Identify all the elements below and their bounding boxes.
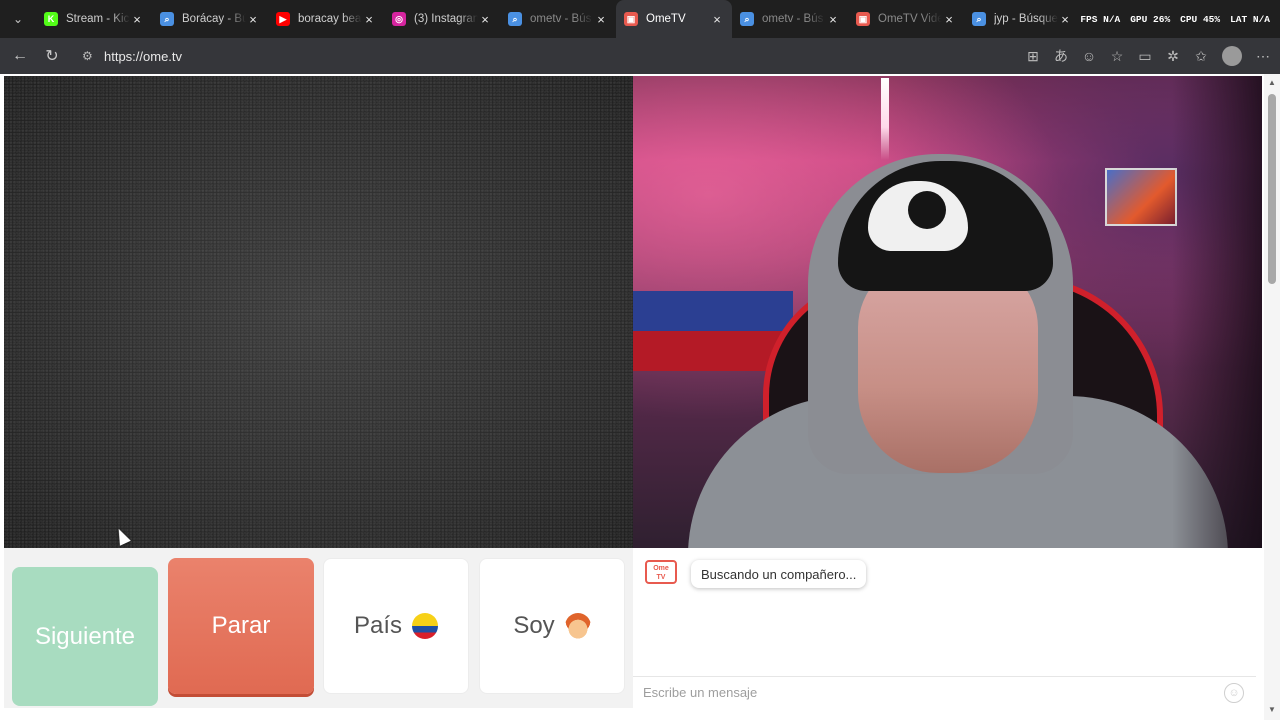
camera-in-use-icon[interactable]: ▭ [1132, 43, 1158, 69]
next-button[interactable]: Siguiente [12, 567, 158, 706]
back-button[interactable]: ← [4, 40, 36, 72]
app-install-icon[interactable]: ⊞ [1020, 43, 1046, 69]
more-menu-icon[interactable]: ⋯ [1250, 43, 1276, 69]
close-icon[interactable]: × [246, 12, 260, 27]
site-info-icon[interactable]: ⚙ [82, 49, 104, 63]
kick-icon: K [44, 12, 58, 26]
search-icon: ⌕ [160, 12, 174, 26]
page-scrollbar[interactable]: ▲ ▼ [1264, 74, 1280, 720]
scroll-up-arrow-icon[interactable]: ▲ [1268, 78, 1276, 87]
search-icon: ⌕ [972, 12, 986, 26]
partner-video-static [4, 76, 633, 548]
country-label: País [353, 612, 403, 639]
tab-title: OmeTV Vide [878, 13, 942, 25]
close-icon[interactable]: × [710, 12, 724, 27]
back-arrow-icon: ← [12, 47, 28, 64]
tab-title: OmeTV [646, 13, 686, 25]
favorites-icon[interactable]: ✩ [1188, 43, 1214, 69]
browser-toolbar: ← ↻ ⚙ https://ome.tv ⊞ あ ☺ ☆ ▭ ✲ ✩ ⋯ [0, 38, 1280, 74]
fps-readout: FPS N/A [1080, 13, 1121, 25]
search-icon: ⌕ [508, 12, 522, 26]
stop-button[interactable]: Parar [168, 558, 314, 694]
wall-poster [1105, 168, 1177, 226]
page-content: Siguiente Parar País Soy Ome TV Buscando… [0, 74, 1280, 720]
scrollbar-thumb[interactable] [1268, 94, 1276, 284]
translate-icon[interactable]: あ [1048, 43, 1074, 69]
tab-strip: ⌄ K Stream - Kic × ⌕ Borácay - Bú × ▶ boracay b… [0, 0, 1280, 38]
tab-title: jyp - Búsque [994, 13, 1058, 25]
close-icon[interactable]: × [362, 12, 376, 27]
gender-button[interactable]: Soy [479, 558, 625, 694]
close-icon[interactable]: × [1058, 12, 1072, 27]
close-icon[interactable]: × [594, 12, 608, 27]
status-message-bubble: Buscando un compañero... [691, 560, 867, 588]
stop-label: Parar [211, 612, 271, 639]
boy-emoji-icon [564, 613, 591, 639]
cpu-readout: CPU 45% [1180, 13, 1221, 25]
browser-tab[interactable]: ▣ OmeTV Vide × [848, 0, 964, 38]
gpu-readout: GPU 26% [1130, 13, 1171, 25]
browser-tab[interactable]: ⌕ Borácay - Bú × [152, 0, 268, 38]
ometv-icon: ▣ [856, 12, 870, 26]
tab-title: boracay bea [298, 13, 362, 25]
ometv-logo-icon: Ome TV [645, 560, 677, 584]
browser-tab[interactable]: ⌕ jyp - Búsque × [964, 0, 1080, 38]
instagram-icon: ◎ [392, 12, 406, 26]
chat-panel: Ome TV Buscando un compañero... ☺ [633, 548, 1256, 708]
url-text: https://ome.tv [104, 48, 183, 64]
gender-label: Soy [513, 612, 555, 639]
browser-tab[interactable]: ▶ boracay bea × [268, 0, 384, 38]
extensions-icon[interactable]: ✲ [1160, 43, 1186, 69]
message-input[interactable] [643, 685, 1203, 700]
close-icon[interactable]: × [478, 12, 492, 27]
scroll-down-arrow-icon[interactable]: ▼ [1268, 705, 1276, 714]
tab-title: ometv - Bús [530, 13, 592, 25]
browser-tab[interactable]: ⌕ ometv - Bús × [500, 0, 616, 38]
status-message: Buscando un compañero... [701, 566, 857, 582]
search-icon: ⌕ [740, 12, 754, 26]
browser-tab[interactable]: K Stream - Kic × [36, 0, 152, 38]
tab-title: ometv - Bús [762, 13, 824, 25]
close-icon[interactable]: × [130, 12, 144, 27]
browser-tab[interactable]: ◎ (3) Instagran × [384, 0, 500, 38]
led-strip [881, 78, 889, 160]
tab-search-menu[interactable]: ⌄ [0, 0, 36, 38]
reload-button[interactable]: ↻ [36, 40, 68, 72]
youtube-icon: ▶ [276, 12, 290, 26]
bookmark-star-icon[interactable]: ☆ [1104, 43, 1130, 69]
latency-readout: LAT N/A [1230, 13, 1270, 25]
browser-tab[interactable]: ⌕ ometv - Bús × [732, 0, 848, 38]
message-input-bar: ☺ [633, 676, 1256, 708]
performance-overlay: FPS N/A GPU 26% CPU 45% LAT N/A [1080, 14, 1280, 25]
controls-panel: Siguiente Parar País Soy [4, 548, 633, 708]
browser-tab[interactable]: ▣ OmeTV × [616, 0, 732, 38]
country-button[interactable]: País [323, 558, 469, 694]
reading-mode-icon[interactable]: ☺ [1076, 43, 1102, 69]
ometv-icon: ▣ [624, 12, 638, 26]
profile-avatar[interactable] [1222, 46, 1242, 66]
tab-title: Stream - Kic [66, 13, 130, 25]
chevron-down-icon: ⌄ [12, 12, 24, 26]
self-camera-video [633, 76, 1262, 548]
reload-icon: ↻ [45, 48, 59, 65]
next-label: Siguiente [34, 622, 136, 650]
close-icon[interactable]: × [826, 12, 840, 27]
address-bar[interactable]: ⚙ https://ome.tv [74, 42, 1004, 70]
tab-title: Borácay - Bú [182, 13, 246, 25]
tab-title: (3) Instagran [414, 13, 478, 25]
close-icon[interactable]: × [942, 12, 956, 27]
colombia-flag-icon [412, 613, 439, 639]
emoji-picker-icon[interactable]: ☺ [1224, 683, 1244, 703]
